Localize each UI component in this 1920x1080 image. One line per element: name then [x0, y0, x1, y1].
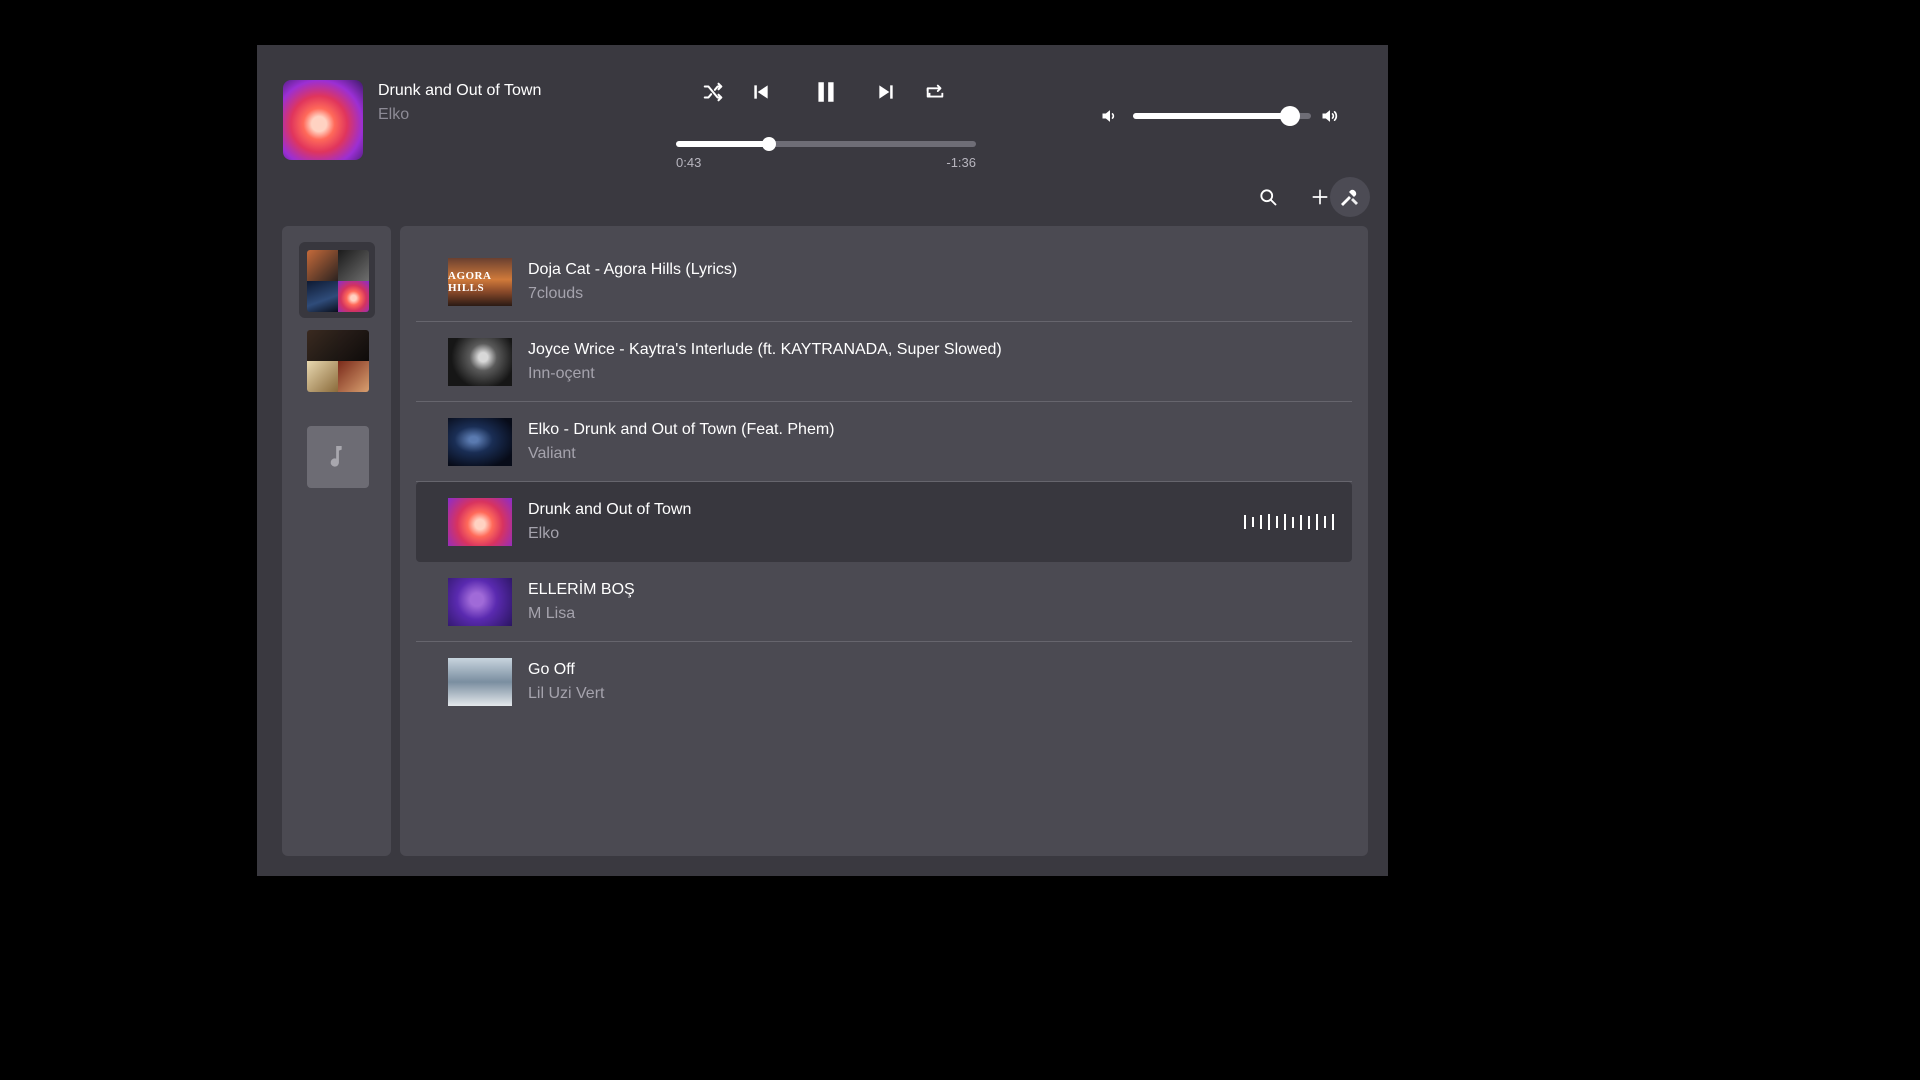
track-thumbnail — [448, 498, 512, 546]
track-title: ELLERİM BOŞ — [528, 581, 635, 598]
track-row[interactable]: Elko - Drunk and Out of Town (Feat. Phem… — [416, 402, 1352, 482]
now-playing-title: Drunk and Out of Town — [378, 82, 542, 99]
track-list: AGORA HILLS Doja Cat - Agora Hills (Lyri… — [400, 226, 1368, 856]
track-artist: Elko — [528, 525, 560, 542]
track-title: Joyce Wrice - Kaytra's Interlude (ft. KA… — [528, 341, 1002, 358]
remaining-time: -1:36 — [946, 155, 976, 170]
plus-icon — [1312, 189, 1328, 205]
track-artist: 7clouds — [528, 285, 584, 302]
equalizer-icon — [1244, 513, 1334, 531]
shuffle-button[interactable] — [696, 75, 730, 109]
pause-button[interactable] — [807, 73, 845, 111]
playlist-empty-cover — [307, 426, 369, 488]
track-row[interactable]: ELLERİM BOŞ M Lisa — [416, 562, 1352, 642]
track-row[interactable]: AGORA HILLS Doja Cat - Agora Hills (Lyri… — [416, 242, 1352, 322]
track-artist: Inn-oçent — [528, 365, 595, 382]
previous-icon — [754, 85, 768, 99]
volume-slider-handle[interactable] — [1279, 106, 1300, 126]
track-thumbnail — [448, 578, 512, 626]
repeat-button[interactable] — [918, 75, 952, 109]
search-icon — [1260, 189, 1277, 206]
playlist-item-1[interactable] — [299, 242, 375, 318]
now-playing-artwork — [283, 80, 363, 160]
track-thumbnail — [448, 338, 512, 386]
track-thumbnail — [448, 418, 512, 466]
volume-max-button[interactable] — [1317, 103, 1343, 129]
seek-bar-fill — [676, 141, 769, 147]
volume-slider[interactable] — [1133, 106, 1311, 126]
search-button[interactable] — [1248, 177, 1288, 217]
music-player-window: Drunk and Out of Town Elko 0:43 -1:36 AG… — [257, 45, 1388, 876]
now-playing-artist: Elko — [378, 106, 410, 123]
track-title: Elko - Drunk and Out of Town (Feat. Phem… — [528, 421, 835, 438]
playlist-cover-mosaic — [307, 250, 369, 312]
previous-button[interactable] — [744, 75, 778, 109]
track-title: Drunk and Out of Town — [528, 501, 692, 518]
track-thumbnail — [448, 658, 512, 706]
track-row-now-playing[interactable]: Drunk and Out of Town Elko — [416, 482, 1352, 562]
track-title: Go Off — [528, 661, 575, 678]
track-artist: Lil Uzi Vert — [528, 685, 605, 702]
elapsed-time: 0:43 — [676, 155, 702, 170]
track-artist: Valiant — [528, 445, 576, 462]
shuffle-icon — [703, 82, 723, 102]
playlist-cover-mosaic — [307, 330, 369, 392]
tools-icon — [1341, 189, 1358, 206]
mute-button[interactable] — [1097, 103, 1123, 129]
track-title: Doja Cat - Agora Hills (Lyrics) — [528, 261, 738, 278]
repeat-icon — [926, 84, 944, 98]
seek-bar-handle[interactable] — [762, 137, 776, 151]
volume-slider-fill — [1133, 113, 1290, 119]
playlist-item-3[interactable] — [299, 426, 375, 502]
next-button[interactable] — [869, 75, 903, 109]
track-row[interactable]: Go Off Lil Uzi Vert — [416, 642, 1352, 722]
next-icon — [879, 85, 893, 99]
pause-icon — [818, 82, 834, 102]
track-artist: M Lisa — [528, 605, 576, 622]
volume-low-icon — [1102, 110, 1115, 122]
thumbnail-text: AGORA HILLS — [448, 270, 491, 294]
music-note-icon — [330, 446, 342, 467]
track-row[interactable]: Joyce Wrice - Kaytra's Interlude (ft. KA… — [416, 322, 1352, 402]
volume-high-icon — [1322, 110, 1338, 122]
playlist-item-2[interactable] — [299, 330, 375, 406]
playlist-sidebar — [282, 226, 391, 856]
seek-bar[interactable] — [676, 137, 976, 151]
track-thumbnail: AGORA HILLS — [448, 258, 512, 306]
tools-button[interactable] — [1330, 177, 1370, 217]
